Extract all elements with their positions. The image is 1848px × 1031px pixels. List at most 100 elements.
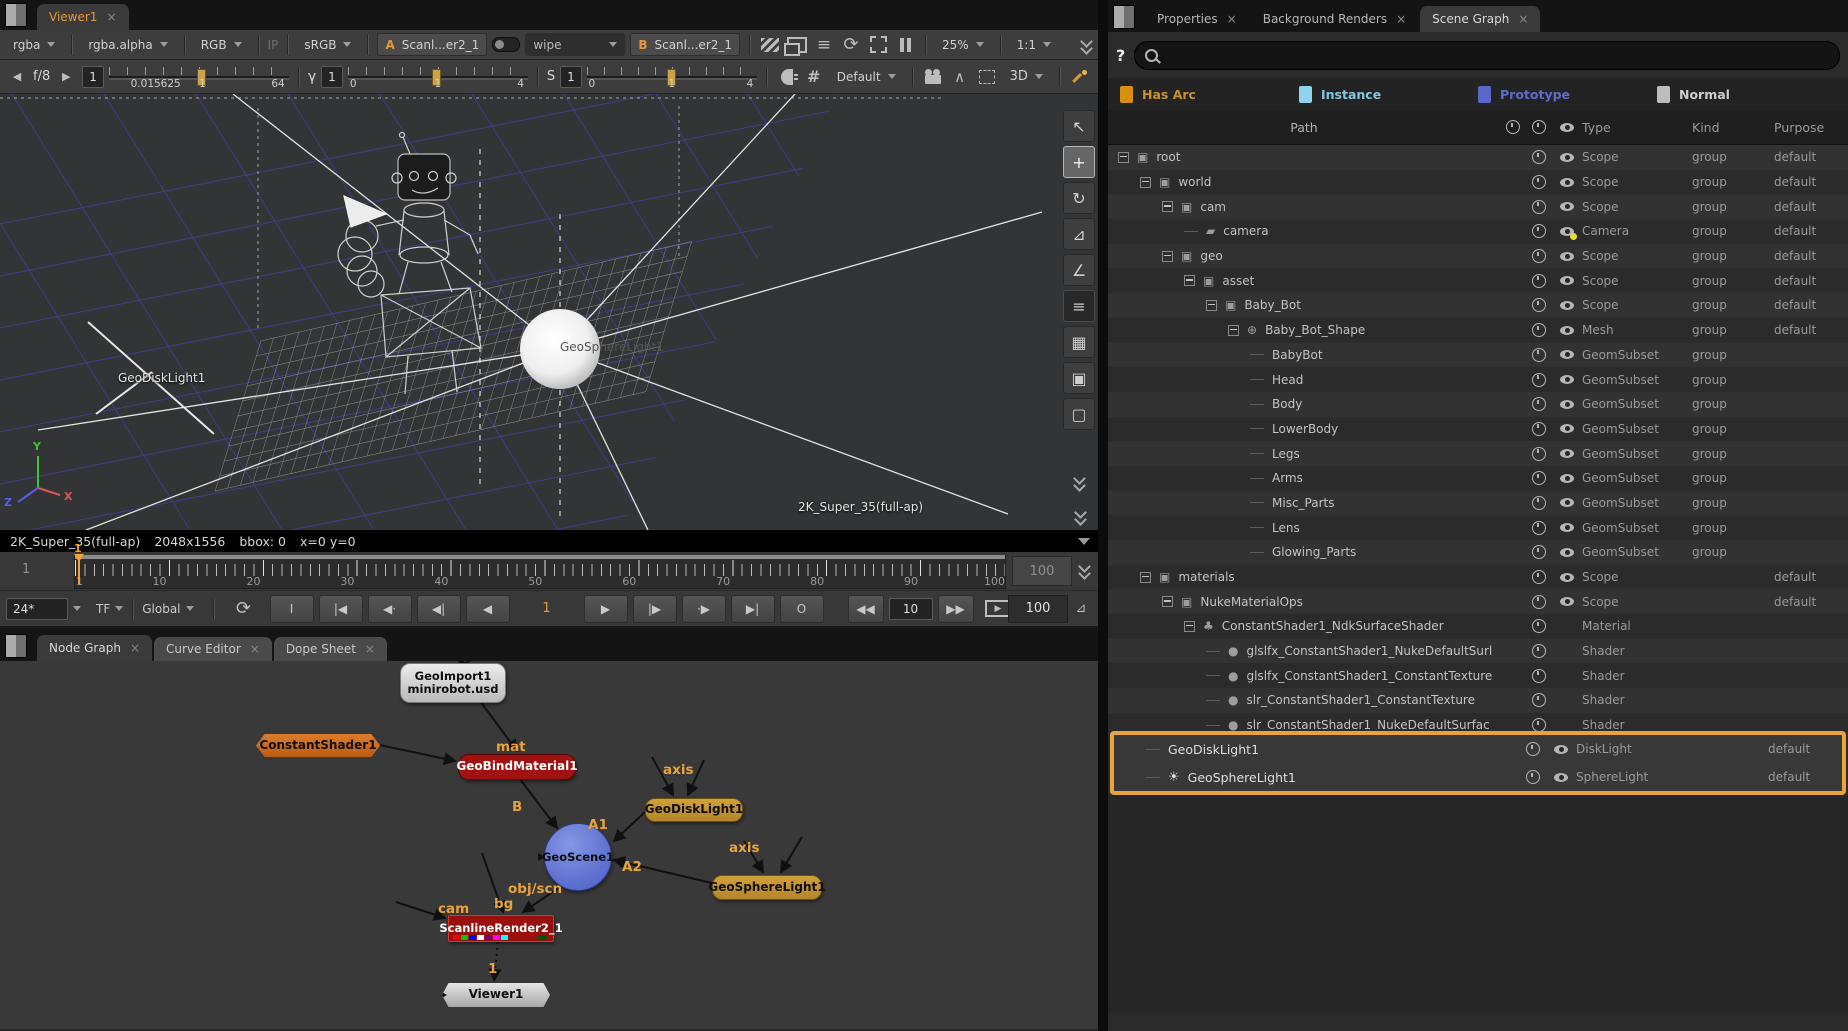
- pane-menu-icon[interactable]: [1113, 5, 1135, 29]
- tree-row-Lens[interactable]: LensGeomSubsetgroup: [1108, 515, 1848, 540]
- display-lines-tool-icon[interactable]: ≡: [1063, 290, 1095, 322]
- eye-icon[interactable]: [1560, 573, 1574, 582]
- collapse-chevron-icon[interactable]: [1074, 508, 1086, 524]
- tree-row-GeoDiskLight1[interactable]: GeoDiskLight1DiskLightdefault: [1114, 735, 1842, 763]
- tab-viewer1[interactable]: Viewer1 ×: [37, 4, 129, 30]
- tree-row-asset[interactable]: ▣assetScopegroupdefault: [1108, 268, 1848, 293]
- wipe-toggle[interactable]: [492, 37, 520, 52]
- translate-tool-icon[interactable]: +: [1063, 146, 1095, 178]
- selection-box-icon[interactable]: [976, 66, 998, 88]
- help-button[interactable]: ?: [1116, 46, 1125, 65]
- clock-icon[interactable]: [1532, 348, 1546, 362]
- grid-display-tool-icon[interactable]: ▦: [1063, 326, 1095, 358]
- gamma-input[interactable]: 1: [321, 66, 343, 88]
- chevron-down-icon[interactable]: [73, 606, 81, 611]
- clock-icon[interactable]: [1532, 447, 1546, 461]
- collapse-toggle-icon[interactable]: [1162, 201, 1173, 212]
- collapse-chevron-icon[interactable]: [1078, 562, 1090, 578]
- alpha-layer-select[interactable]: rgba.alpha: [81, 34, 174, 55]
- clock-icon[interactable]: [1532, 570, 1546, 584]
- close-icon[interactable]: ×: [250, 642, 260, 656]
- timeline-ruler[interactable]: 1102030405060708090100 1: [74, 555, 1006, 589]
- legend-item[interactable]: Instance: [1299, 86, 1478, 103]
- image-plane-tool-icon[interactable]: ▣: [1063, 362, 1095, 394]
- layout-panes-icon[interactable]: [786, 34, 808, 56]
- collapse-toggle-icon[interactable]: [1184, 275, 1195, 286]
- collapse-chevron-icon[interactable]: [1080, 37, 1092, 53]
- clock-icon[interactable]: [1532, 175, 1546, 189]
- eye-icon[interactable]: [1560, 400, 1574, 409]
- skip-back-button[interactable]: ◀◀: [848, 595, 884, 623]
- eye-icon[interactable]: [1554, 745, 1568, 754]
- tree-row-glslfx_ConstantShader1_NukeDefaultSurl[interactable]: ●glslfx_ConstantShader1_NukeDefaultSurlS…: [1108, 639, 1848, 664]
- grid-overlay-icon[interactable]: #: [803, 66, 825, 88]
- node-GeoSphereLight1[interactable]: GeoSphereLight1: [712, 875, 822, 900]
- rotate-tool-icon[interactable]: ↻: [1063, 182, 1095, 214]
- panel-divider[interactable]: [1098, 0, 1108, 1031]
- eye-icon[interactable]: [1560, 523, 1574, 532]
- input-process-toggle[interactable]: IP: [268, 38, 279, 52]
- clock-icon[interactable]: [1532, 397, 1546, 411]
- input-button[interactable]: I: [270, 595, 314, 623]
- view-preset-select[interactable]: Default: [830, 66, 903, 87]
- clock-icon[interactable]: [1532, 224, 1546, 238]
- play-backward-button[interactable]: ◀: [466, 595, 510, 623]
- clock-icon[interactable]: [1532, 619, 1546, 633]
- next-fstop-icon[interactable]: ▶: [55, 66, 77, 88]
- pane-menu-icon[interactable]: [5, 634, 27, 658]
- range-scope-select[interactable]: Global: [142, 602, 180, 616]
- collapse-toggle-icon[interactable]: [1140, 177, 1151, 188]
- collapse-toggle-icon[interactable]: [1118, 152, 1129, 163]
- tree-row-camera[interactable]: ▰cameraCameragroupdefault: [1108, 219, 1848, 244]
- eye-icon[interactable]: [1560, 252, 1574, 261]
- headlamp-icon[interactable]: [776, 66, 798, 88]
- saturation-slider[interactable]: 0 1 4: [587, 67, 757, 87]
- pause-icon[interactable]: [894, 34, 916, 56]
- eye-icon[interactable]: [1560, 474, 1574, 483]
- clock-icon[interactable]: [1526, 742, 1540, 756]
- tab-background-renders[interactable]: Background Renders×: [1251, 6, 1418, 32]
- tree-row-Baby_Bot_Shape[interactable]: ⊕Baby_Bot_ShapeMeshgroupdefault: [1108, 318, 1848, 343]
- tree-row-root[interactable]: ▣rootScopegroupdefault: [1108, 145, 1848, 170]
- clock-icon[interactable]: [1532, 249, 1546, 263]
- tree-row-Legs[interactable]: LegsGeomSubsetgroup: [1108, 441, 1848, 466]
- header-purpose[interactable]: Purpose: [1774, 120, 1848, 135]
- collapse-toggle-icon[interactable]: [1140, 572, 1151, 583]
- gain-slider[interactable]: 0.015625 1 64: [109, 67, 289, 87]
- frame-increment-field[interactable]: 10: [889, 598, 933, 620]
- eye-icon[interactable]: [1560, 375, 1574, 384]
- clock-icon[interactable]: [1532, 274, 1546, 288]
- tree-row-Glowing_Parts[interactable]: Glowing_PartsGeomSubsetgroup: [1108, 540, 1848, 565]
- node-GeoImport1[interactable]: GeoImport1minirobot.usd: [400, 663, 506, 703]
- tree-row-Baby_Bot[interactable]: ▣Baby_BotScopegroupdefault: [1108, 293, 1848, 318]
- collapse-chevron-icon[interactable]: [1073, 474, 1085, 490]
- info-dropdown-icon[interactable]: [1078, 538, 1090, 545]
- frame-display-tool-icon[interactable]: ▢: [1063, 398, 1095, 430]
- tree-row-slr_ConstantShader1_ConstantTexture[interactable]: ●slr_ConstantShader1_ConstantTextureShad…: [1108, 688, 1848, 713]
- header-type[interactable]: Type: [1582, 120, 1692, 135]
- tree-row-Misc_Parts[interactable]: Misc_PartsGeomSubsetgroup: [1108, 491, 1848, 516]
- search-input[interactable]: [1134, 41, 1840, 70]
- tab-properties[interactable]: Properties×: [1145, 6, 1249, 32]
- tree-row-Head[interactable]: HeadGeomSubsetgroup: [1108, 367, 1848, 392]
- range-mode-button[interactable]: O: [780, 595, 824, 623]
- eye-icon[interactable]: [1560, 449, 1574, 458]
- prev-keyframe-button[interactable]: ◀·: [368, 595, 412, 623]
- layer-select[interactable]: rgba: [6, 34, 62, 55]
- clock-icon[interactable]: [1532, 298, 1546, 312]
- tree-row-ConstantShader1_NdkSurfaceShader[interactable]: ♣ConstantShader1_NdkSurfaceShaderMateria…: [1108, 614, 1848, 639]
- tree-row-cam[interactable]: ▣camScopegroupdefault: [1108, 194, 1848, 219]
- tree-row-BabyBot[interactable]: BabyBotGeomSubsetgroup: [1108, 343, 1848, 368]
- timeline-scrollbar[interactable]: [75, 555, 1005, 559]
- clock-icon[interactable]: [1532, 496, 1546, 510]
- end-frame-field[interactable]: 100: [1008, 595, 1068, 623]
- eye-icon[interactable]: [1560, 597, 1574, 606]
- close-icon[interactable]: ×: [1518, 12, 1528, 26]
- node-ConstantShader1[interactable]: ConstantShader1: [256, 734, 380, 757]
- goto-start-button[interactable]: |◀: [319, 595, 363, 623]
- tree-row-Body[interactable]: BodyGeomSubsetgroup: [1108, 392, 1848, 417]
- collapse-toggle-icon[interactable]: [1206, 300, 1217, 311]
- proxy-stripes-icon[interactable]: [759, 34, 781, 56]
- eye-icon[interactable]: [1560, 153, 1574, 162]
- refresh-icon[interactable]: ⟳: [840, 34, 862, 56]
